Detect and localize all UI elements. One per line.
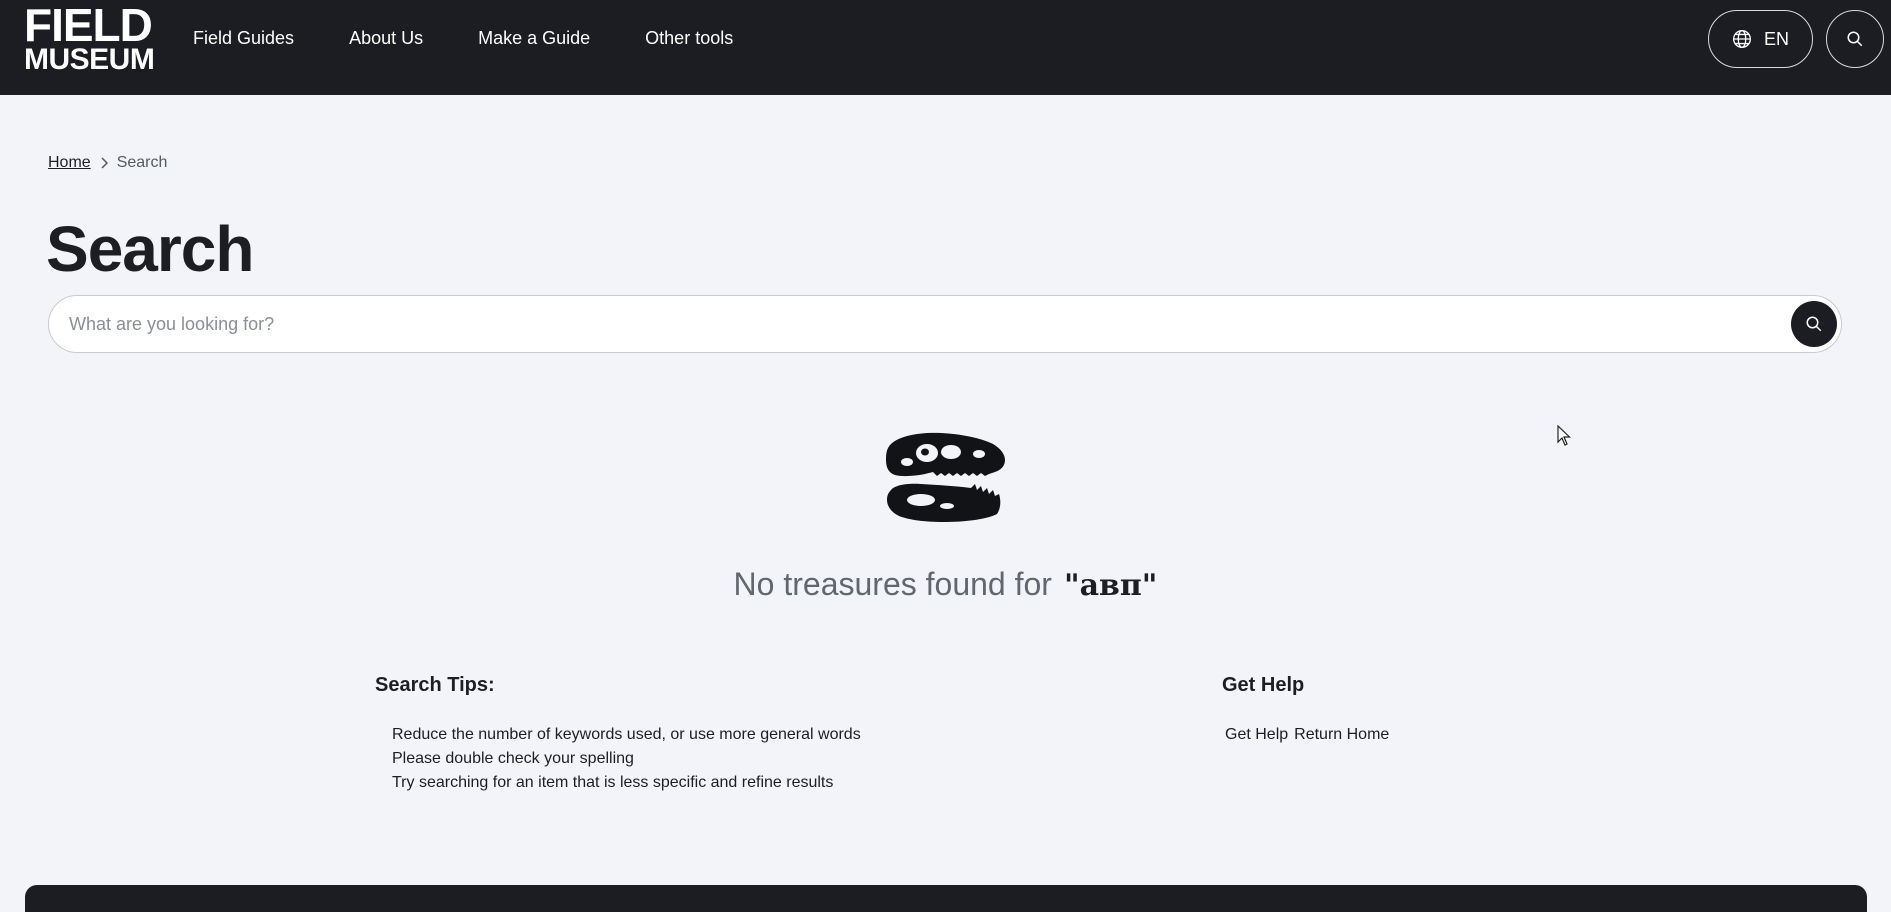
globe-icon [1732, 30, 1751, 48]
language-label: EN [1763, 28, 1789, 49]
no-results-message: No treasures found for "авп" [0, 566, 1891, 603]
header-search-button[interactable] [1826, 10, 1884, 68]
main-nav: Field Guides About Us Make a Guide Other… [193, 28, 788, 49]
breadcrumb: Home Search [48, 154, 167, 172]
nav-make-a-guide[interactable]: Make a Guide [478, 28, 590, 49]
search-bar [48, 295, 1842, 353]
site-footer [25, 885, 1867, 912]
help-links: Get Help Return Home [1225, 723, 1395, 747]
return-home-link[interactable]: Return Home [1294, 723, 1389, 747]
nav-other-tools[interactable]: Other tools [645, 28, 733, 49]
field-museum-logo[interactable]: FIELD MUSEUM [24, 0, 155, 76]
search-submit-button[interactable] [1791, 301, 1837, 347]
mouse-cursor-icon [1557, 425, 1571, 446]
search-icon [1806, 316, 1822, 332]
get-help-link[interactable]: Get Help [1225, 723, 1288, 747]
nav-field-guides[interactable]: Field Guides [193, 28, 294, 49]
list-item: Try searching for an item that is less s… [392, 774, 834, 791]
breadcrumb-home-link[interactable]: Home [48, 154, 91, 172]
search-tips-title: Search Tips: [375, 674, 495, 696]
search-tips-list: Reduce the number of keywords used, or u… [392, 723, 861, 795]
language-selector-button[interactable]: EN [1708, 10, 1813, 68]
search-icon [1847, 31, 1863, 47]
chevron-right-icon [99, 157, 109, 169]
dinosaur-skull-icon [886, 432, 1005, 522]
breadcrumb-current: Search [116, 154, 168, 171]
page-title: Search [46, 213, 254, 285]
nav-about-us[interactable]: About Us [349, 28, 423, 49]
no-results-text: No treasures found for [733, 566, 1052, 602]
search-input[interactable] [69, 296, 1769, 352]
logo-line-2: MUSEUM [24, 43, 155, 76]
search-query-text: "авп" [1063, 568, 1158, 603]
logo-line-1: FIELD [24, 0, 153, 51]
site-header: FIELD MUSEUM Field Guides About Us Make … [0, 0, 1891, 95]
list-item: Please double check your spelling [392, 750, 634, 767]
get-help-title: Get Help [1222, 674, 1305, 696]
list-item: Reduce the number of keywords used, or u… [392, 726, 861, 743]
